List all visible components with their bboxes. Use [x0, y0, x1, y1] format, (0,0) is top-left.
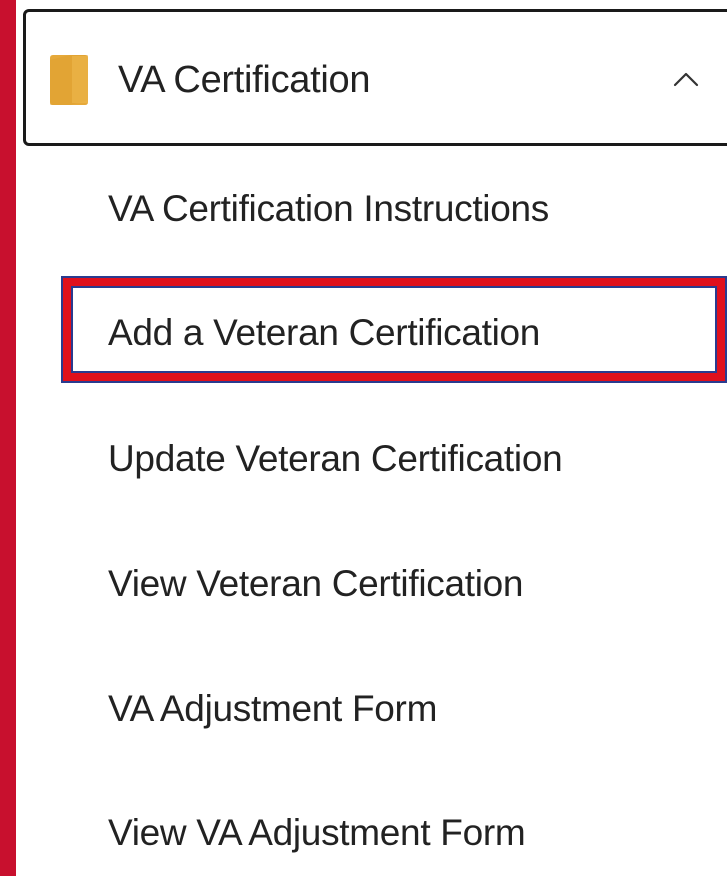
- menu-item-va-adjustment-form[interactable]: VA Adjustment Form: [108, 687, 437, 731]
- chevron-up-icon[interactable]: [671, 64, 701, 94]
- folder-icon: [50, 55, 88, 105]
- left-accent-stripe: [0, 0, 16, 876]
- accordion-title: VA Certification: [118, 59, 371, 101]
- menu-item-va-certification-instructions[interactable]: VA Certification Instructions: [108, 187, 549, 231]
- menu-item-view-va-adjustment-form[interactable]: View VA Adjustment Form: [108, 811, 526, 855]
- page: VA Certification VA Certification Instru…: [0, 0, 727, 876]
- menu-item-add-veteran-certification[interactable]: Add a Veteran Certification: [108, 311, 540, 355]
- accordion-header-va-certification[interactable]: VA Certification: [23, 9, 727, 146]
- menu-item-view-veteran-certification[interactable]: View Veteran Certification: [108, 562, 524, 606]
- menu-item-update-veteran-certification[interactable]: Update Veteran Certification: [108, 437, 563, 481]
